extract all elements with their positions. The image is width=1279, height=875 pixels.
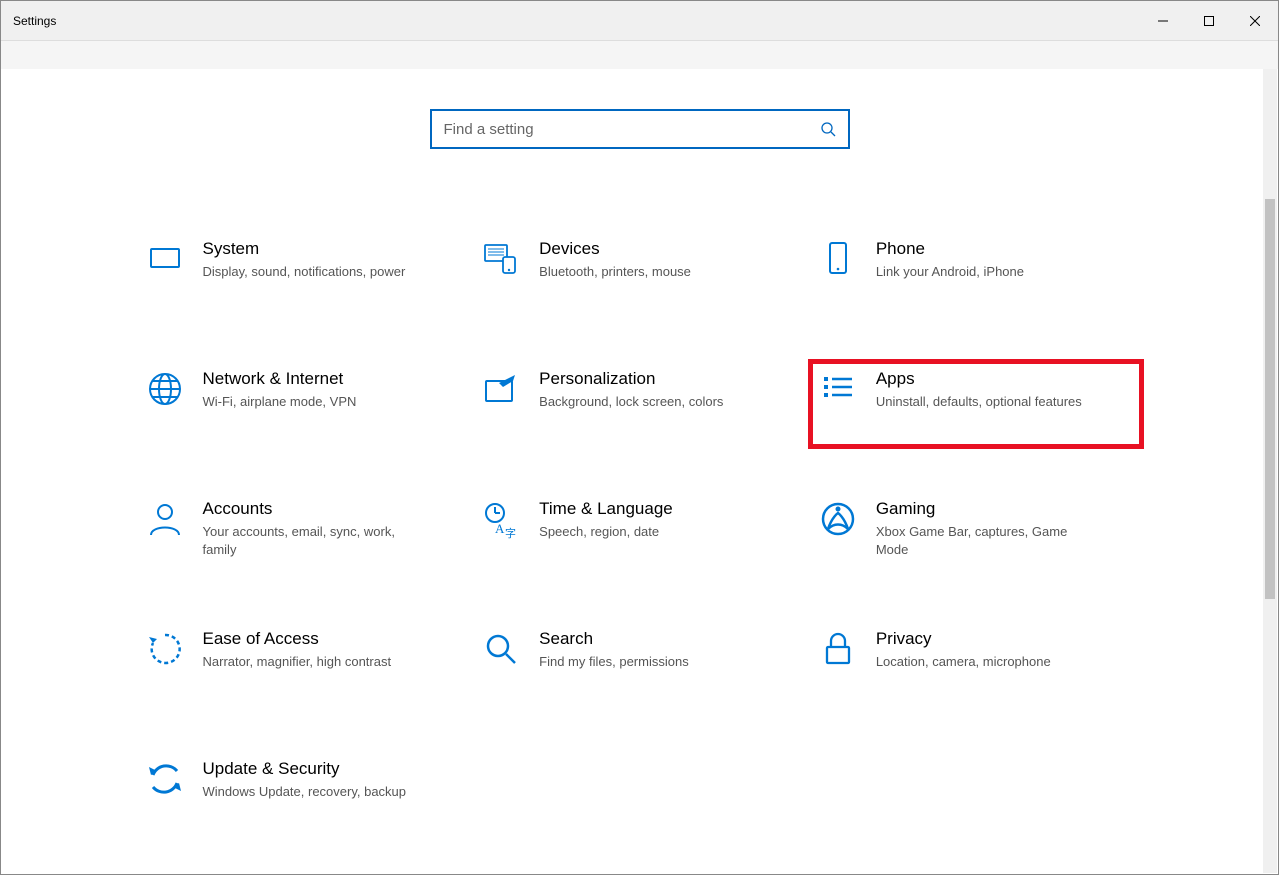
titlebar: Settings — [1, 1, 1278, 41]
tile-desc: Xbox Game Bar, captures, Game Mode — [876, 523, 1096, 558]
content-area: System Display, sound, notifications, pow… — [1, 69, 1278, 874]
tile-phone[interactable]: Phone Link your Android, iPhone — [808, 229, 1145, 319]
close-icon — [1250, 16, 1260, 26]
tile-desc: Windows Update, recovery, backup — [203, 783, 407, 801]
tile-desc: Wi-Fi, airplane mode, VPN — [203, 393, 357, 411]
tile-personalization[interactable]: Personalization Background, lock screen, … — [471, 359, 808, 449]
devices-icon — [481, 239, 521, 279]
close-button[interactable] — [1232, 1, 1278, 40]
tile-desc: Uninstall, defaults, optional features — [876, 393, 1082, 411]
search-box[interactable] — [430, 109, 850, 149]
tile-desc: Location, camera, microphone — [876, 653, 1051, 671]
tile-privacy[interactable]: Privacy Location, camera, microphone — [808, 619, 1145, 709]
tile-title: Update & Security — [203, 759, 407, 779]
tile-title: Search — [539, 629, 689, 649]
tile-text: Time & Language Speech, region, date — [539, 499, 673, 541]
scrollbar[interactable] — [1263, 69, 1277, 873]
tile-accounts[interactable]: Accounts Your accounts, email, sync, work… — [135, 489, 472, 579]
tile-network[interactable]: Network & Internet Wi-Fi, airplane mode, … — [135, 359, 472, 449]
tile-desc: Bluetooth, printers, mouse — [539, 263, 691, 281]
network-icon — [145, 369, 185, 409]
tile-text: Privacy Location, camera, microphone — [876, 629, 1051, 671]
search-input[interactable] — [444, 121, 818, 138]
tile-ease[interactable]: Ease of Access Narrator, magnifier, high … — [135, 619, 472, 709]
search-container — [1, 109, 1278, 149]
tile-devices[interactable]: Devices Bluetooth, printers, mouse — [471, 229, 808, 319]
maximize-button[interactable] — [1186, 1, 1232, 40]
minimize-button[interactable] — [1140, 1, 1186, 40]
tile-text: Phone Link your Android, iPhone — [876, 239, 1024, 281]
tile-text: Personalization Background, lock screen, … — [539, 369, 723, 411]
tile-title: Phone — [876, 239, 1024, 259]
tile-desc: Your accounts, email, sync, work, family — [203, 523, 423, 558]
search-icon — [481, 629, 521, 669]
tile-text: Apps Uninstall, defaults, optional featur… — [876, 369, 1082, 411]
privacy-icon — [818, 629, 858, 669]
tile-title: Personalization — [539, 369, 723, 389]
tile-text: Accounts Your accounts, email, sync, work… — [203, 499, 423, 558]
update-icon — [145, 759, 185, 799]
tile-text: Ease of Access Narrator, magnifier, high … — [203, 629, 392, 671]
tile-title: Accounts — [203, 499, 423, 519]
tile-title: Devices — [539, 239, 691, 259]
tile-update[interactable]: Update & Security Windows Update, recover… — [135, 749, 472, 839]
tile-desc: Display, sound, notifications, power — [203, 263, 406, 281]
gaming-icon — [818, 499, 858, 539]
tile-text: System Display, sound, notifications, pow… — [203, 239, 406, 281]
tile-title: Gaming — [876, 499, 1096, 519]
tile-text: Search Find my files, permissions — [539, 629, 689, 671]
tile-title: Time & Language — [539, 499, 673, 519]
tile-title: Network & Internet — [203, 369, 357, 389]
time-icon — [481, 499, 521, 539]
phone-icon — [818, 239, 858, 279]
tile-title: System — [203, 239, 406, 259]
tile-text: Update & Security Windows Update, recover… — [203, 759, 407, 801]
tile-apps[interactable]: Apps Uninstall, defaults, optional featur… — [808, 359, 1145, 449]
tile-title: Privacy — [876, 629, 1051, 649]
tile-title: Ease of Access — [203, 629, 392, 649]
tile-desc: Narrator, magnifier, high contrast — [203, 653, 392, 671]
tile-text: Gaming Xbox Game Bar, captures, Game Mode — [876, 499, 1096, 558]
accounts-icon — [145, 499, 185, 539]
header-strip — [1, 41, 1278, 69]
tile-desc: Link your Android, iPhone — [876, 263, 1024, 281]
tile-system[interactable]: System Display, sound, notifications, pow… — [135, 229, 472, 319]
tile-desc: Find my files, permissions — [539, 653, 689, 671]
settings-grid: System Display, sound, notifications, pow… — [135, 229, 1145, 839]
scrollbar-thumb[interactable] — [1265, 199, 1275, 599]
window-controls — [1140, 1, 1278, 40]
personalization-icon — [481, 369, 521, 409]
search-icon — [818, 119, 838, 139]
tile-gaming[interactable]: Gaming Xbox Game Bar, captures, Game Mode — [808, 489, 1145, 579]
tile-text: Devices Bluetooth, printers, mouse — [539, 239, 691, 281]
maximize-icon — [1204, 16, 1214, 26]
tile-text: Network & Internet Wi-Fi, airplane mode, … — [203, 369, 357, 411]
apps-icon — [818, 369, 858, 409]
tile-search[interactable]: Search Find my files, permissions — [471, 619, 808, 709]
minimize-icon — [1158, 16, 1168, 26]
system-icon — [145, 239, 185, 279]
tile-desc: Speech, region, date — [539, 523, 673, 541]
window-title: Settings — [13, 14, 56, 28]
tile-title: Apps — [876, 369, 1082, 389]
tile-time[interactable]: Time & Language Speech, region, date — [471, 489, 808, 579]
ease-icon — [145, 629, 185, 669]
tile-desc: Background, lock screen, colors — [539, 393, 723, 411]
